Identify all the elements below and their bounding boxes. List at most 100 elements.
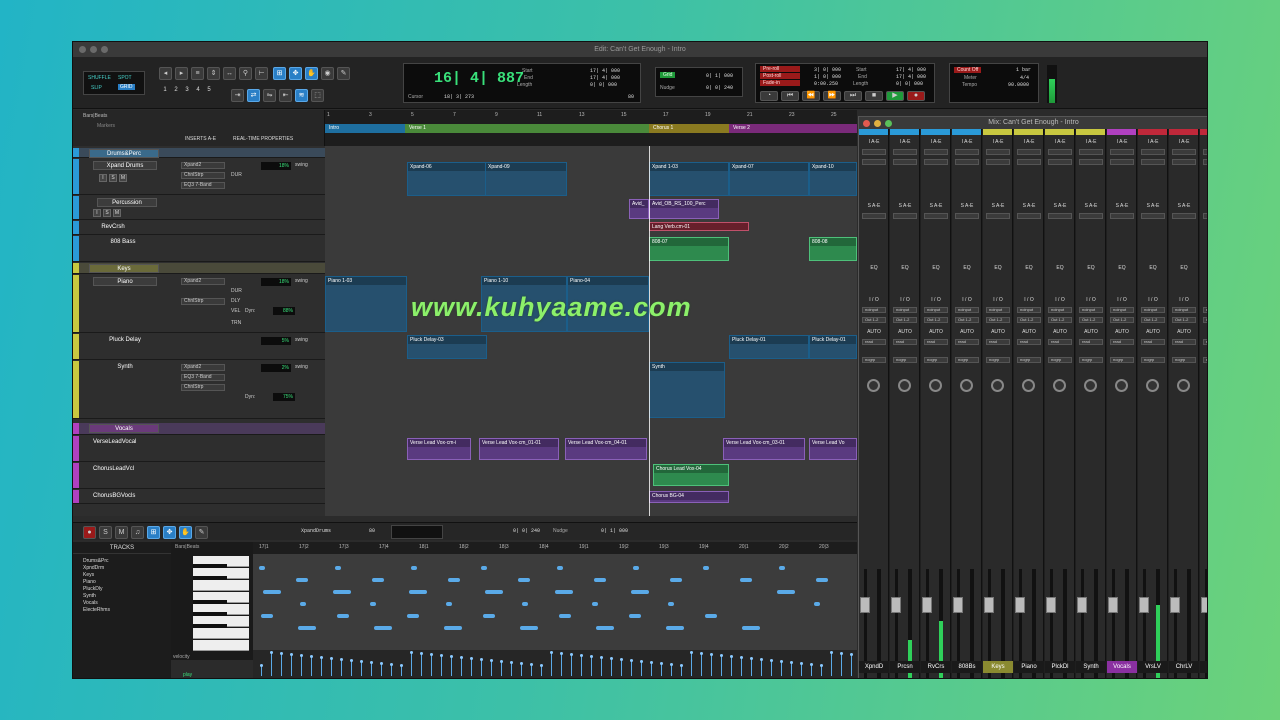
grid-value[interactable]: 0| 1| 000 [706,73,733,79]
midi-clip[interactable]: Synth [649,362,725,418]
audio-clip[interactable]: Verse Lead Vox-cm-i [407,438,471,460]
group-selector[interactable]: nogrp [1203,357,1207,363]
automation-mode[interactable]: read [862,339,886,345]
send-slot[interactable] [1110,213,1134,219]
track-chorus-bg-vocals[interactable]: ChorusBGVocls [73,490,325,504]
tracks-list-item[interactable]: Drums&Prc [83,558,109,564]
velocity-stalk[interactable] [431,655,432,676]
track-name[interactable]: RevCrsh [93,223,133,232]
channel-name[interactable]: Piano [1014,661,1044,673]
group-selector[interactable]: nogrp [955,357,979,363]
input-button[interactable]: I [93,209,101,217]
insert-slot[interactable] [1017,149,1041,155]
insert-slot[interactable] [1048,149,1072,155]
fader-cap[interactable] [1170,597,1180,613]
velocity-handle[interactable] [670,663,673,666]
velocity-lane[interactable]: velocity play [173,650,857,678]
real-time-properties-header[interactable]: REAL-TIME PROPERTIES [233,136,293,142]
velocity-handle[interactable] [650,661,653,664]
velocity-stalk[interactable] [261,666,262,676]
velocity-handle[interactable] [590,655,593,658]
insert-slot[interactable] [893,159,917,165]
channel-name[interactable]: Keys [983,661,1013,673]
bars-beats-ruler-label[interactable]: Bars|Beats [83,113,107,119]
grid-mode[interactable]: GRID [118,84,135,90]
track-name[interactable]: ChorusLeadVcl [93,465,157,474]
insert-slot[interactable] [1203,159,1207,165]
track-chorus-lead-vocal[interactable]: ChorusLeadVcl [73,463,325,489]
midi-note[interactable] [259,566,265,570]
mixer-channel-strip[interactable]: I A-E S A-E EQ I / O noinput Out 1-2 AUTO read n… [1200,129,1207,678]
midi-note[interactable] [446,602,452,606]
velocity-handle[interactable] [370,661,373,664]
tracks-list-item[interactable]: Piano [83,579,96,585]
midi-ruler[interactable]: 17|1 17|2 17|3 17|4 18|1 18|2 18|3 18|4 19|1 19|2… [253,542,857,554]
audio-clip[interactable]: Verse Lead Vox-cm_03-01 [723,438,805,460]
track-name[interactable]: 808 Bass [93,238,153,247]
go-to-end-icon[interactable]: ⏭ [844,91,862,101]
velocity-handle[interactable] [270,651,273,654]
track-synth[interactable]: Synth Xpand2 EQ3 7-Band ChnlStrp 2% swin… [73,361,325,419]
marker-chorus-1[interactable]: Chorus 1 [649,124,729,133]
insert-slot[interactable] [1172,159,1196,165]
track-name[interactable]: Piano [93,277,157,286]
velocity-handle[interactable] [550,651,553,654]
zoom-toggle-2-icon[interactable]: ⬚ [311,89,324,102]
send-slot[interactable] [893,213,917,219]
midi-grabber-icon[interactable]: ✋ [179,526,192,539]
velocity-stalk[interactable] [641,662,642,676]
midi-note[interactable] [483,614,495,618]
velocity-stalk[interactable] [411,653,412,676]
insert-slot[interactable]: ChnlStrp [181,384,225,391]
midi-note[interactable] [298,626,316,630]
audio-clip[interactable]: Verse Lead Vo [809,438,857,460]
controller-value[interactable]: 80 [628,94,634,100]
velocity-stalk[interactable] [761,660,762,676]
velocity-stalk[interactable] [721,656,722,676]
pan-knob[interactable] [960,379,973,392]
velocity-stalk[interactable] [531,665,532,676]
velocity-stalk[interactable] [631,661,632,676]
midi-note[interactable] [481,566,487,570]
send-slot[interactable] [1048,213,1072,219]
record-icon[interactable]: ● [907,91,925,101]
pan-knob[interactable] [1115,379,1128,392]
window-controls[interactable] [79,46,108,53]
selector-tool-icon[interactable]: ⊞ [273,67,286,80]
nudge-value[interactable]: 0| 0| 240 [706,85,733,91]
velocity-handle[interactable] [350,659,353,662]
midi-note[interactable] [337,614,349,618]
track-name[interactable]: Keys [89,264,159,273]
audio-clip[interactable]: Chorus Lead Vox-04 [653,464,729,486]
send-slot[interactable] [955,213,979,219]
channel-name[interactable]: VrsLV [1138,661,1168,673]
midi-note[interactable] [814,602,820,606]
tracks-list-item[interactable]: Synth [83,593,96,599]
fader-cap[interactable] [922,597,932,613]
velocity-stalk[interactable] [341,660,342,676]
midi-note[interactable] [333,590,351,594]
input-button[interactable]: I [99,174,107,182]
velocity-stalk[interactable] [501,662,502,676]
audio-clip[interactable]: Avid_OB_RS_100_Perc [649,199,719,219]
input-selector[interactable]: noinput [1141,307,1165,313]
mixer-channel-strip[interactable]: I A-E S A-E EQ I / O noinput Out 1-2 AUTO read n… [1014,129,1044,678]
velocity-handle[interactable] [480,658,483,661]
velocity-stalk[interactable] [471,659,472,676]
velocity-stalk[interactable] [311,657,312,676]
fader-cap[interactable] [953,597,963,613]
swing-value[interactable]: 5% [261,337,291,345]
fader-cap[interactable] [1015,597,1025,613]
midi-note[interactable] [296,578,308,582]
velocity-handle[interactable] [750,657,753,660]
velocity-handle[interactable] [420,652,423,655]
insert-slot[interactable]: Xpand2 [181,278,225,285]
velocity-stalk[interactable] [741,658,742,676]
tracks-list-item[interactable]: XpndDrm [83,565,104,571]
midi-mute-button[interactable]: M [115,526,128,539]
group-selector[interactable]: nogrp [893,357,917,363]
track-drums-perc-folder[interactable]: Drums&Perc [73,148,325,158]
velocity-stalk[interactable] [271,653,272,676]
audio-zoom-icon[interactable]: ≡ [191,67,204,80]
audio-clip[interactable]: Verse Lead Vox-cm_01-01 [479,438,559,460]
